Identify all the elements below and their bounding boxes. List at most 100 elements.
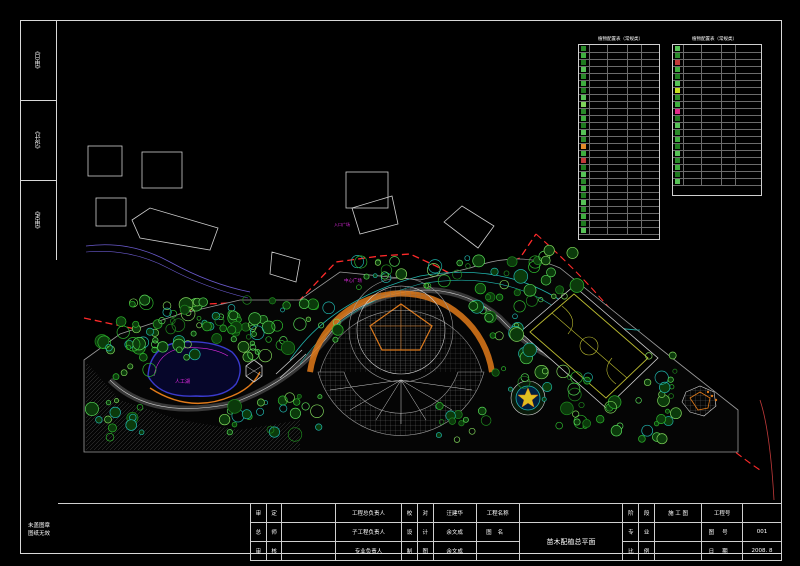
tree-symbol [268,426,280,438]
tree-symbol [474,282,487,295]
tree-symbol [157,341,169,353]
tree-symbol [372,273,378,279]
tb-cell: 阶 [622,503,640,523]
tb-cell: 施 工 图 [653,503,703,523]
tb-text: 号 [722,530,736,536]
tree-symbol [610,425,623,437]
tree-symbol [248,312,262,326]
title-block-table: 审 定 工程总负责人 校 对 汪建华 工程名称 阶 段 施 工 图 工程号 总 … [250,503,782,561]
tree-symbol [389,256,400,267]
tree-symbol [534,365,549,380]
tree-symbol [254,349,261,355]
tree-symbol [523,283,537,297]
tree-symbol [218,413,231,426]
tree-symbol [354,255,368,269]
tb-cell: 汪建华 [432,503,477,523]
tb-cell: 核 [265,541,283,561]
tree-symbol [251,331,257,337]
tb-cell: 工程号 [701,503,744,523]
tb-cell: 图 [416,541,434,561]
road-edge [759,399,775,501]
tree-symbol [484,313,494,323]
star-fountain [510,380,546,416]
tree-symbol [656,414,667,424]
building [141,151,183,189]
tb-cell: 工程名称 [475,503,520,523]
tb-cell: 校 [401,503,418,523]
tree-symbol [198,297,208,307]
tb-text: 日 [708,549,723,555]
tree-symbol [582,419,592,428]
tree-symbol [176,346,183,354]
tree-symbol [317,394,323,400]
tree-symbol [230,336,237,343]
tree-symbol [573,418,581,426]
tree-symbol [509,327,524,342]
tree-symbol [280,340,296,355]
tb-cell: 余文成 [432,522,477,542]
tree-symbol [162,301,172,310]
tree-symbol [668,351,677,360]
tree-symbol [125,419,137,431]
tree-symbol [435,432,442,439]
tree-symbol [107,423,117,433]
tree-symbol [138,429,145,436]
tree-symbol [152,319,163,329]
tb-text: 期 [722,549,736,555]
tree-symbol [506,256,518,268]
tree-symbol [667,376,674,383]
tree-symbol [522,342,537,358]
tree-symbol [202,321,212,332]
tree-symbol [448,417,456,425]
tree-symbol [139,353,148,362]
tree-symbol [395,268,408,280]
side-cell-3: 《审定》 [20,180,56,260]
side-label-2: 《设计》 [34,128,42,152]
side-signature-block: 《审日》 《设计》 《审定》 [20,20,57,260]
tree-symbol [638,435,646,443]
tree-symbol [120,369,128,377]
tree-symbol [227,325,237,335]
tree-symbol [374,259,381,266]
tree-symbol [513,269,529,284]
tree-symbol [241,409,252,420]
tree-symbol [456,259,463,267]
tree-symbol [129,300,136,308]
tb-cell: 子工程负责人 [334,522,403,542]
tree-symbol [127,363,134,370]
tb-cell: 日期 [701,541,744,561]
tree-symbol [495,293,504,301]
tree-symbol [112,373,120,380]
tree-symbol [596,415,605,424]
tree-symbol [219,324,227,333]
tree-symbol [546,267,556,278]
tree-symbol [190,330,197,337]
tree-symbol [332,324,344,336]
river-line [85,251,249,299]
tb-text: 图 [708,530,723,536]
building [443,205,495,249]
tb-cell: 制 [401,541,418,561]
tree-symbol [305,316,312,322]
tree-symbol [363,273,370,280]
tree-symbol [211,333,223,344]
tree-symbol [106,345,115,355]
tree-symbol [665,408,670,414]
tree-symbol [84,401,99,416]
tb-cell: 设 [401,522,418,542]
drawing-title: 苗木配植总平面 [518,522,624,561]
tree-symbol [477,406,487,416]
tb-text: 名 [497,530,510,536]
plaza-label: 中心广场 [344,277,362,284]
tb-cell: 师 [265,522,283,542]
side-label-1: 《审日》 [34,48,42,72]
tb-cell: 2008. 8 [742,541,782,561]
tb-cell: 图号 [701,522,744,542]
tree-symbol [256,398,265,407]
gate-label: 入口广场 [334,221,350,227]
tree-symbol [237,340,250,353]
tree-symbol [435,402,444,410]
tree-symbol [298,298,310,310]
tb-cell: 定 [265,503,283,523]
tree-symbol [541,396,547,402]
